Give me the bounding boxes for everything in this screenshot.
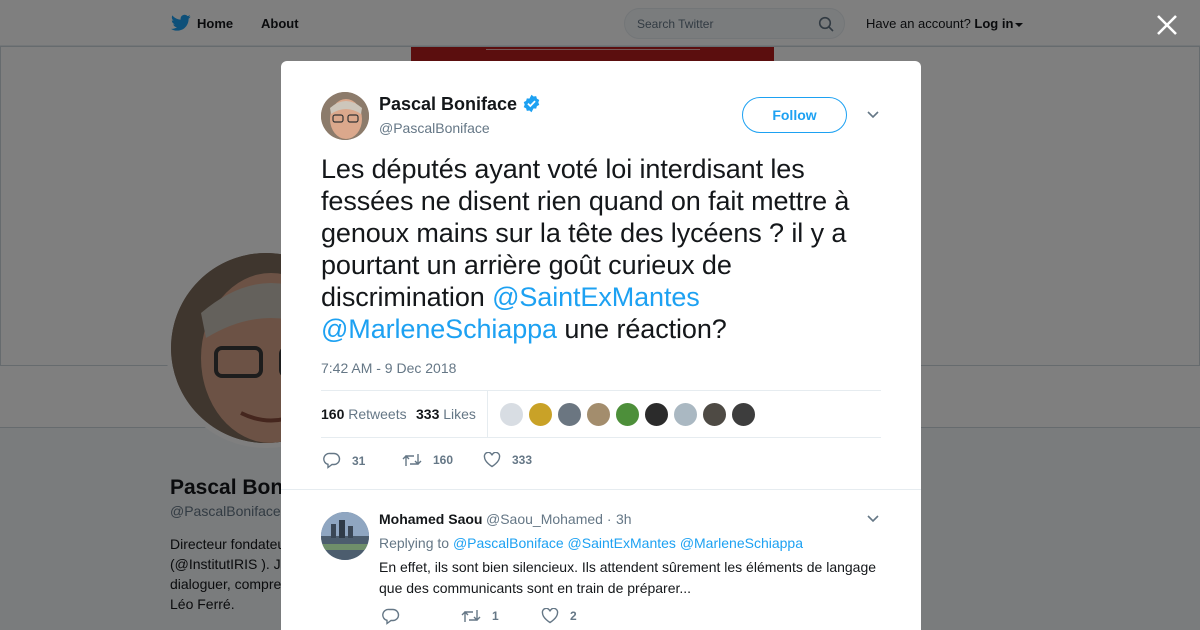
reply-actions: 1 2 [379, 608, 679, 628]
heart-icon [483, 452, 501, 468]
divider [281, 489, 921, 490]
follow-button[interactable]: Follow [742, 97, 847, 133]
author-name[interactable]: Pascal Boniface [379, 94, 517, 115]
author-avatar[interactable] [321, 92, 369, 140]
liker-avatar[interactable] [557, 402, 582, 427]
liker-avatar[interactable] [702, 402, 727, 427]
reply-timestamp[interactable]: 3h [616, 511, 632, 527]
liker-avatar[interactable] [586, 402, 611, 427]
replying-to: Replying to @PascalBoniface @SaintExMant… [379, 535, 803, 551]
reply-text: En effet, ils sont bien silencieux. Ils … [379, 559, 877, 596]
tweet-modal: Pascal Boniface @PascalBoniface Follow L… [281, 61, 921, 630]
reply-like-count: 2 [570, 609, 577, 623]
tweet-text-end: une réaction? [556, 314, 727, 344]
retweets-stat[interactable]: 160 Retweets [321, 406, 407, 422]
like-count: 333 [512, 453, 533, 467]
reply-icon [382, 608, 400, 625]
reply-count: 31 [352, 453, 366, 468]
mention-link[interactable]: @MarleneSchiappa [321, 314, 557, 344]
tweet-timestamp[interactable]: 7:42 AM - 9 Dec 2018 [321, 360, 456, 376]
likes-label: Likes [443, 406, 476, 422]
reply-action[interactable]: 31 [323, 452, 365, 469]
author-handle[interactable]: @PascalBoniface [379, 120, 490, 136]
likes-count: 333 [416, 406, 440, 422]
author-photo [321, 92, 369, 140]
reply-reply-action[interactable] [382, 608, 411, 625]
reply-retweet-action[interactable]: 1 [461, 608, 499, 624]
likes-stat[interactable]: 333 Likes [416, 406, 476, 422]
retweet-icon [461, 610, 481, 622]
liker-avatar[interactable] [528, 402, 553, 427]
tweet-stats: 160 Retweets 333 Likes [321, 390, 881, 438]
liker-avatar[interactable] [731, 402, 756, 427]
reply-author-photo [321, 512, 369, 560]
liker-avatar[interactable] [499, 402, 524, 427]
reply-icon [323, 452, 341, 469]
retweet-count: 160 [433, 453, 454, 467]
tweet-text: Les députés ayant voté loi interdisant l… [321, 153, 891, 345]
reply-like-action[interactable]: 2 [541, 608, 577, 624]
mention-link[interactable]: @SaintExMantes [568, 535, 676, 551]
retweets-count: 160 [321, 406, 345, 422]
chevron-down-icon[interactable] [866, 109, 880, 121]
reply-separator: · [606, 511, 612, 527]
reply-author-handle[interactable]: @Saou_Mohamed · [486, 511, 612, 527]
tweet-actions: 31 160 333 [321, 448, 721, 472]
heart-icon [541, 608, 559, 624]
mention-link[interactable]: @PascalBoniface [453, 535, 564, 551]
liker-avatar[interactable] [673, 402, 698, 427]
reply-handle-text: @Saou_Mohamed [486, 511, 603, 527]
replying-label: Replying to [379, 535, 450, 551]
retweet-icon [402, 454, 422, 466]
mention-link[interactable]: @SaintExMantes [492, 282, 700, 312]
like-action[interactable]: 333 [483, 452, 532, 468]
liker-avatar[interactable] [644, 402, 669, 427]
verified-badge-icon [523, 94, 540, 113]
retweets-label: Retweets [348, 406, 407, 422]
close-icon[interactable] [1154, 12, 1180, 38]
reply-author-name[interactable]: Mohamed Saou [379, 511, 482, 527]
chevron-down-icon[interactable] [866, 514, 880, 524]
reply-author-avatar[interactable] [321, 512, 369, 560]
liker-avatar[interactable] [615, 402, 640, 427]
reply-retweet-count: 1 [492, 609, 499, 623]
retweet-action[interactable]: 160 [402, 452, 453, 468]
stats-divider [487, 391, 488, 438]
mention-link[interactable]: @MarleneSchiappa [680, 535, 803, 551]
